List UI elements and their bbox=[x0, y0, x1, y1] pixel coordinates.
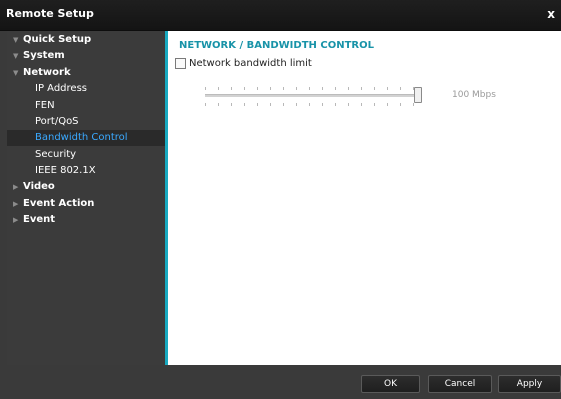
title-bar: Remote Setup x bbox=[0, 0, 561, 31]
section-title: NETWORK / BANDWIDTH CONTROL bbox=[179, 40, 374, 51]
sidebar-item-label: Network bbox=[23, 67, 71, 78]
slider-tick bbox=[296, 87, 297, 90]
slider-tick bbox=[244, 87, 245, 90]
slider-tick bbox=[348, 103, 349, 106]
slider-track bbox=[205, 94, 416, 97]
slider-tick bbox=[387, 87, 388, 90]
sidebar-item-label: System bbox=[23, 50, 65, 61]
slider-tick bbox=[348, 87, 349, 90]
slider-tick bbox=[218, 103, 219, 106]
apply-button[interactable]: Apply bbox=[498, 375, 561, 393]
expand-right-icon: ▶ bbox=[13, 200, 19, 208]
slider-tick bbox=[400, 103, 401, 106]
slider-tick bbox=[322, 87, 323, 90]
sidebar-item-port-qos[interactable]: Port/QoS bbox=[7, 114, 165, 130]
sidebar-item-label: Video bbox=[23, 181, 55, 192]
settings-panel: NETWORK / BANDWIDTH CONTROL Network band… bbox=[168, 31, 561, 365]
expand-right-icon: ▶ bbox=[13, 183, 19, 191]
sidebar-item-label: IEEE 802.1X bbox=[35, 165, 96, 176]
close-icon[interactable]: x bbox=[547, 7, 555, 21]
slider-tick bbox=[283, 103, 284, 106]
slider-tick bbox=[309, 87, 310, 90]
sidebar-item-event-action[interactable]: ▶ Event Action bbox=[7, 196, 165, 212]
expand-down-icon: ▼ bbox=[13, 36, 19, 44]
sidebar-tree: ▼ Quick Setup ▼ System ▼ Network IP Address… bbox=[7, 31, 168, 365]
sidebar-item-ieee-8021x[interactable]: IEEE 802.1X bbox=[7, 163, 165, 179]
slider-thumb[interactable] bbox=[414, 87, 422, 103]
sidebar-item-label: IP Address bbox=[35, 83, 87, 94]
slider-ticks-bottom bbox=[205, 103, 418, 106]
bandwidth-value: 100 Mbps bbox=[452, 90, 496, 100]
sidebar-item-label: Event Action bbox=[23, 198, 95, 209]
slider-tick bbox=[335, 103, 336, 106]
bandwidth-limit-checkbox[interactable] bbox=[175, 57, 186, 69]
button-bar: OK Cancel Apply bbox=[0, 365, 561, 399]
slider-tick bbox=[244, 103, 245, 106]
sidebar-item-label: Event bbox=[23, 214, 56, 225]
slider-tick bbox=[270, 87, 271, 90]
expand-right-icon: ▶ bbox=[13, 216, 19, 224]
expand-down-icon: ▼ bbox=[13, 69, 19, 77]
bandwidth-slider[interactable] bbox=[205, 83, 425, 113]
bandwidth-limit-checkbox-row[interactable]: Network bandwidth limit bbox=[175, 56, 312, 70]
sidebar-item-label: Security bbox=[35, 149, 77, 160]
slider-tick bbox=[218, 87, 219, 90]
slider-ticks-top bbox=[205, 87, 418, 90]
slider-tick bbox=[309, 103, 310, 106]
slider-tick bbox=[205, 103, 206, 106]
slider-tick bbox=[387, 103, 388, 106]
sidebar-item-label: Quick Setup bbox=[23, 34, 92, 45]
sidebar-item-security[interactable]: Security bbox=[7, 147, 165, 163]
sidebar-item-system[interactable]: ▼ System bbox=[7, 48, 165, 64]
slider-tick bbox=[322, 103, 323, 106]
slider-tick bbox=[361, 103, 362, 106]
slider-tick bbox=[205, 87, 206, 90]
window-title: Remote Setup bbox=[6, 7, 94, 20]
sidebar-item-label: Port/QoS bbox=[35, 116, 79, 127]
ok-button[interactable]: OK bbox=[361, 375, 420, 393]
slider-tick bbox=[257, 103, 258, 106]
sidebar-item-quick-setup[interactable]: ▼ Quick Setup bbox=[7, 32, 165, 48]
remote-setup-window: Remote Setup x ▼ Quick Setup ▼ System ▼ Net… bbox=[0, 0, 561, 399]
sidebar-item-label: FEN bbox=[35, 100, 55, 111]
slider-tick bbox=[335, 87, 336, 90]
sidebar-item-ip-address[interactable]: IP Address bbox=[7, 81, 165, 97]
bandwidth-limit-label: Network bandwidth limit bbox=[189, 57, 312, 69]
sidebar-item-label: Bandwidth Control bbox=[35, 132, 128, 143]
cancel-button[interactable]: Cancel bbox=[428, 375, 492, 393]
sidebar-item-bandwidth-control[interactable]: Bandwidth Control bbox=[7, 130, 165, 146]
sidebar-item-fen[interactable]: FEN bbox=[7, 98, 165, 114]
slider-tick bbox=[413, 103, 414, 106]
slider-tick bbox=[296, 103, 297, 106]
slider-tick bbox=[231, 87, 232, 90]
sidebar-item-network[interactable]: ▼ Network bbox=[7, 65, 165, 81]
slider-tick bbox=[270, 103, 271, 106]
slider-tick bbox=[283, 87, 284, 90]
slider-tick bbox=[361, 87, 362, 90]
expand-down-icon: ▼ bbox=[13, 52, 19, 60]
slider-tick bbox=[374, 103, 375, 106]
slider-tick bbox=[257, 87, 258, 90]
slider-tick bbox=[400, 87, 401, 90]
slider-tick bbox=[374, 87, 375, 90]
sidebar-item-video[interactable]: ▶ Video bbox=[7, 179, 165, 195]
sidebar-item-event[interactable]: ▶ Event bbox=[7, 212, 165, 228]
slider-tick bbox=[231, 103, 232, 106]
